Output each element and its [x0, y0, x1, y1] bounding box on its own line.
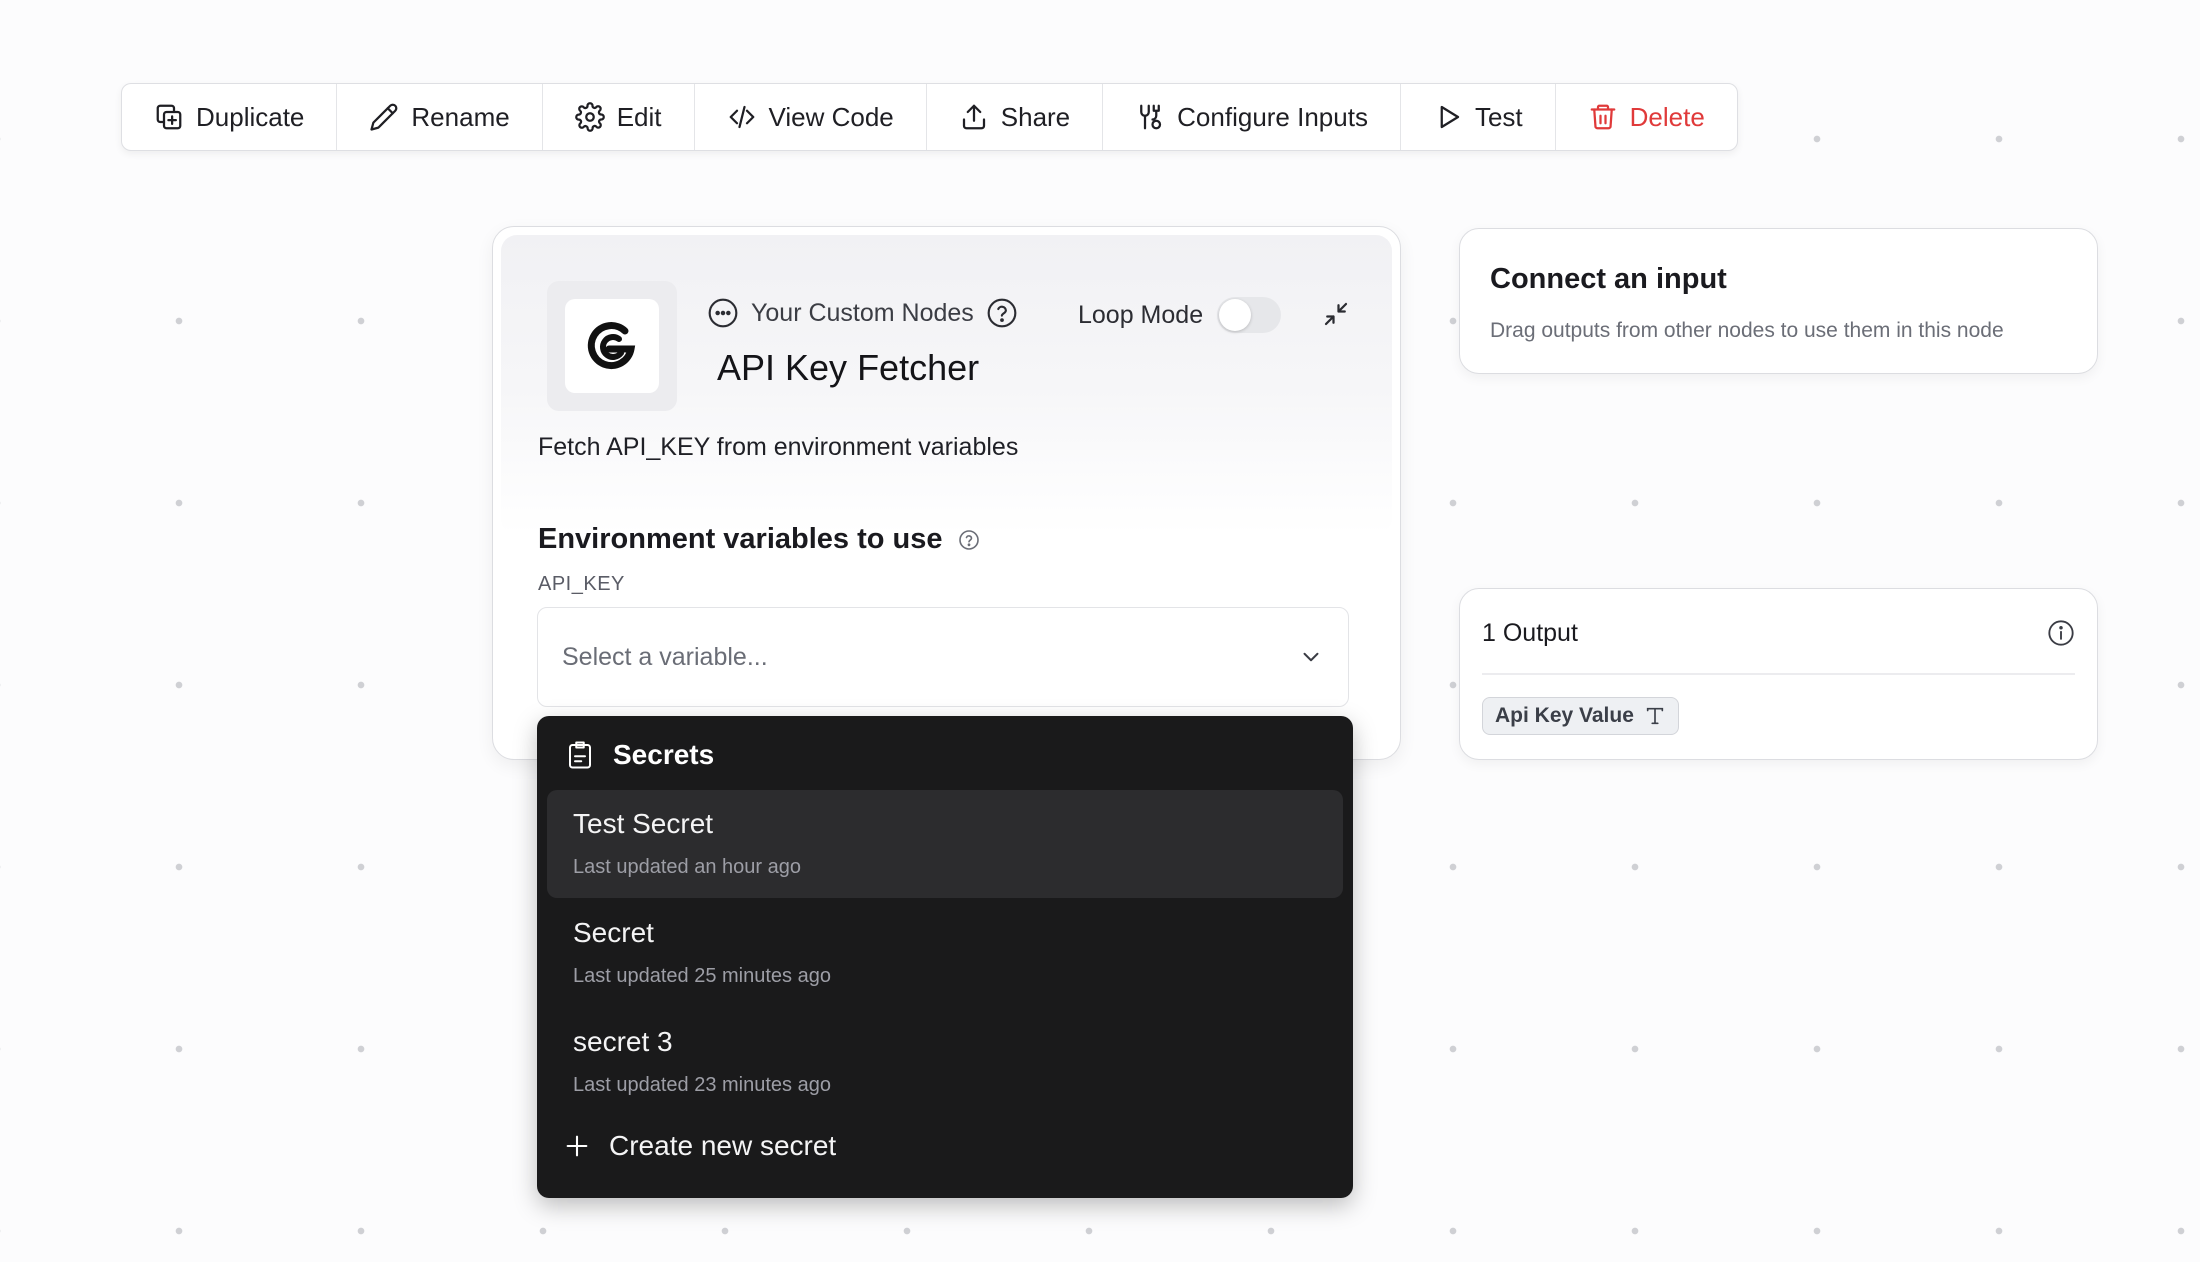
- env-section-title: Environment variables to use: [538, 523, 981, 556]
- secret-updated: Last updated an hour ago: [573, 856, 801, 878]
- create-secret-label: Create new secret: [609, 1130, 837, 1161]
- info-icon[interactable]: [2047, 619, 2075, 647]
- help-icon[interactable]: [986, 297, 1018, 329]
- view-code-label: View Code: [768, 101, 894, 132]
- test-button[interactable]: Test: [1401, 84, 1556, 150]
- duplicate-button[interactable]: Duplicate: [122, 84, 338, 150]
- loop-mode: Loop Mode: [1078, 297, 1282, 333]
- share-icon: [962, 104, 985, 130]
- code-icon: [729, 105, 754, 129]
- secret-option[interactable]: Test Secret Last updated an hour ago: [547, 790, 1343, 898]
- node-breadcrumb[interactable]: Your Custom Nodes: [707, 297, 1018, 329]
- custom-node-card[interactable]: Your Custom Nodes Loop Mode API Key Fetc…: [492, 226, 1401, 760]
- brand-logo-icon: [587, 322, 636, 370]
- pencil-icon: [370, 103, 398, 131]
- secret-name: Test Secret: [573, 808, 714, 839]
- duplicate-icon: [156, 104, 182, 130]
- secret-option[interactable]: secret 3 Last updated 23 minutes ago: [547, 1008, 1343, 1116]
- share-label: Share: [1000, 101, 1071, 132]
- edit-button[interactable]: Edit: [543, 84, 695, 150]
- plus-icon: [566, 1135, 588, 1157]
- dropdown-header-label: Secrets: [613, 739, 715, 770]
- collapse-icon[interactable]: [1321, 299, 1351, 329]
- connect-input-title: Connect an input: [1490, 263, 1727, 295]
- secrets-dropdown: Secrets Test Secret Last updated an hour…: [537, 716, 1353, 1198]
- help-small-icon[interactable]: [957, 528, 981, 552]
- node-header: Your Custom Nodes Loop Mode API Key Fetc…: [501, 235, 1392, 535]
- duplicate-label: Duplicate: [196, 101, 305, 132]
- delete-label: Delete: [1629, 101, 1705, 132]
- output-divider: [1482, 673, 2075, 675]
- view-code-button[interactable]: View Code: [695, 84, 927, 150]
- dropdown-header: Secrets: [565, 738, 714, 772]
- trash-icon: [1590, 104, 1616, 130]
- loop-mode-label: Loop Mode: [1078, 300, 1204, 329]
- rename-label: Rename: [411, 101, 510, 132]
- node-logo: [547, 281, 677, 411]
- loop-mode-toggle[interactable]: [1217, 297, 1282, 333]
- configure-inputs-label: Configure Inputs: [1177, 101, 1368, 132]
- play-icon: [1440, 105, 1460, 129]
- edit-label: Edit: [616, 101, 662, 132]
- env-section-label: Environment variables to use: [538, 523, 943, 555]
- gear-icon: [574, 102, 605, 132]
- configure-icon: [1140, 104, 1162, 130]
- chevron-down-icon: [1303, 652, 1319, 662]
- node-toolbar: Duplicate Rename Edit View Code Share Co…: [121, 83, 1738, 151]
- variable-select-placeholder: Select a variable...: [562, 642, 768, 671]
- output-chip-label: Api Key Value: [1495, 704, 1634, 727]
- create-secret-button[interactable]: Create new secret: [563, 1130, 836, 1162]
- text-type-icon: [1646, 707, 1664, 725]
- secret-name: secret 3: [573, 1026, 673, 1057]
- node-description: Fetch API_KEY from environment variables: [538, 433, 1019, 461]
- secret-name: Secret: [573, 917, 654, 948]
- node-title[interactable]: API Key Fetcher: [717, 347, 979, 389]
- more-dots-icon: [708, 298, 738, 328]
- secrets-clipboard-icon: [569, 741, 591, 769]
- output-card: 1 Output Api Key Value: [1459, 588, 2098, 760]
- delete-button[interactable]: Delete: [1556, 84, 1737, 150]
- test-label: Test: [1474, 101, 1523, 132]
- breadcrumb-label: Your Custom Nodes: [751, 298, 974, 327]
- secret-updated: Last updated 25 minutes ago: [573, 965, 831, 987]
- output-title: 1 Output: [1482, 619, 1578, 647]
- configure-inputs-button[interactable]: Configure Inputs: [1103, 84, 1401, 150]
- secret-updated: Last updated 23 minutes ago: [573, 1074, 831, 1096]
- env-key-label: API_KEY: [538, 573, 625, 595]
- connect-input-card[interactable]: Connect an input Drag outputs from other…: [1459, 228, 2098, 374]
- output-chip[interactable]: Api Key Value: [1482, 697, 1679, 735]
- rename-button[interactable]: Rename: [337, 84, 543, 150]
- share-button[interactable]: Share: [927, 84, 1104, 150]
- connect-input-subtitle: Drag outputs from other nodes to use the…: [1490, 319, 2004, 342]
- secret-option[interactable]: Secret Last updated 25 minutes ago: [547, 899, 1343, 1007]
- variable-select[interactable]: Select a variable...: [537, 607, 1349, 707]
